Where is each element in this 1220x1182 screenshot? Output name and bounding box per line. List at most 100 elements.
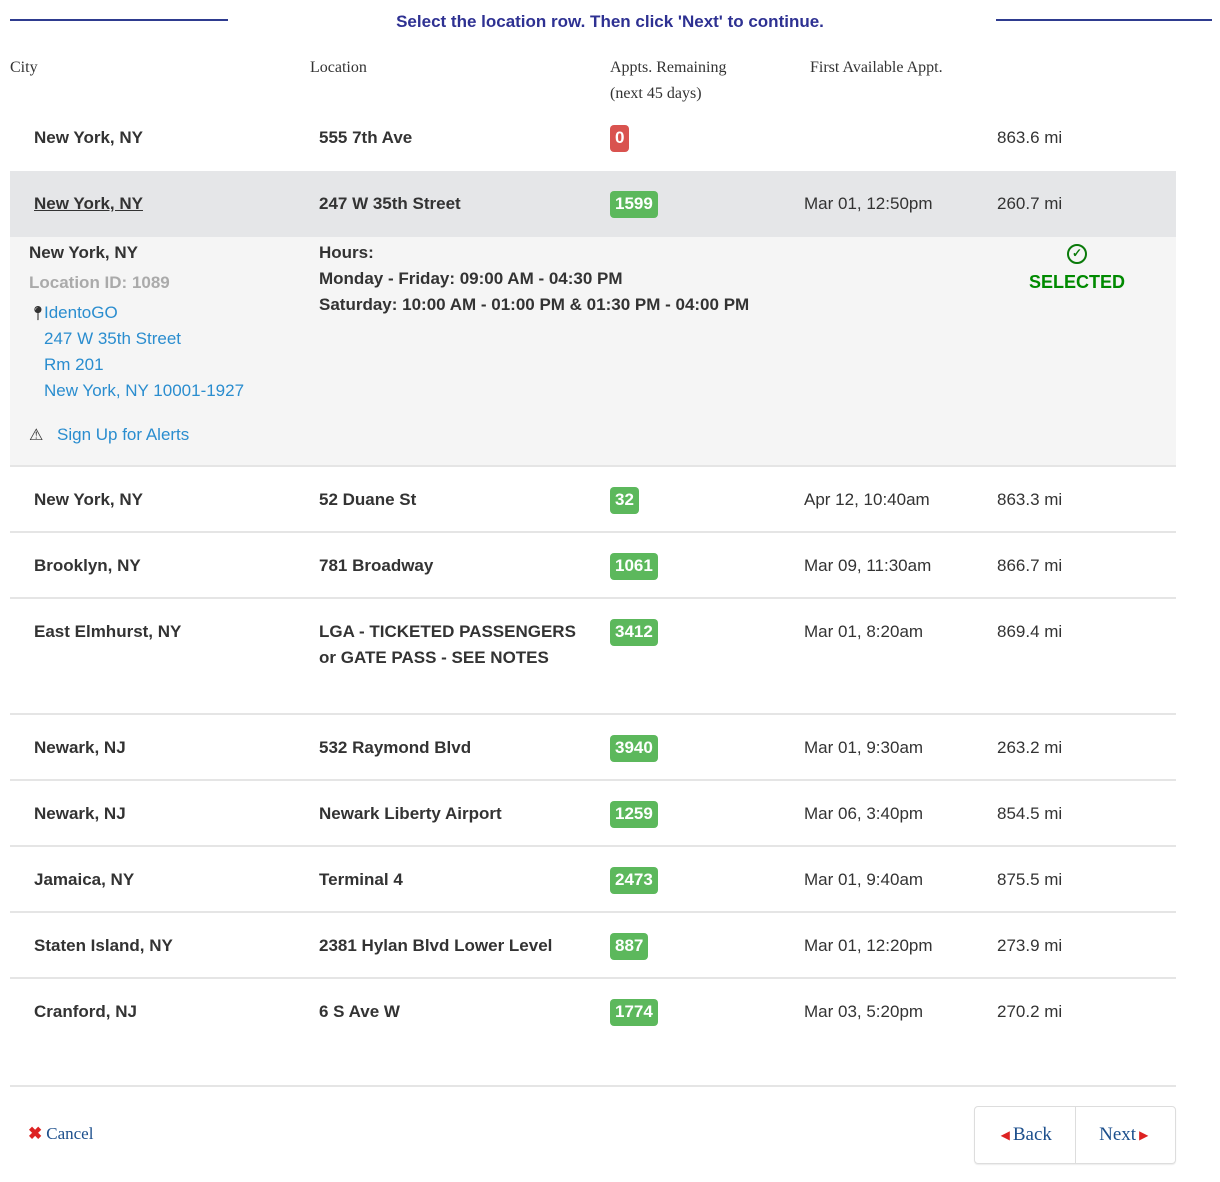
selected-indicator: ✓ SELECTED bbox=[1010, 242, 1144, 293]
row-location: 247 W 35th Street bbox=[319, 194, 461, 213]
check-circle-icon: ✓ bbox=[1067, 244, 1087, 264]
row-first-available: Mar 01, 8:20am bbox=[804, 622, 924, 641]
detail-address[interactable]: 📍︎IdentoGO 247 W 35th Street Rm 201 New … bbox=[29, 300, 244, 404]
column-header-city: City bbox=[10, 59, 38, 76]
address-line-city[interactable]: New York, NY 10001-1927 bbox=[29, 378, 244, 404]
appts-badge: 2473 bbox=[610, 867, 658, 894]
table-row[interactable]: Brooklyn, NY 781 Broadway 1061 Mar 09, 1… bbox=[10, 533, 1176, 599]
row-distance: 866.7 mi bbox=[997, 556, 1063, 575]
table-row[interactable]: Staten Island, NY 2381 Hylan Blvd Lower … bbox=[10, 913, 1176, 979]
table-row-selected[interactable]: New York, NY 247 W 35th Street 1599 Mar … bbox=[10, 171, 1176, 237]
warning-icon: ⚠︎ bbox=[29, 427, 44, 444]
table-row[interactable]: East Elmhurst, NY LGA - TICKETED PASSENG… bbox=[10, 599, 1176, 715]
row-distance: 270.2 mi bbox=[997, 1002, 1063, 1021]
address-line-street[interactable]: 247 W 35th Street bbox=[29, 326, 244, 352]
row-distance: 273.9 mi bbox=[997, 936, 1063, 955]
table-row[interactable]: Newark, NJ 532 Raymond Blvd 3940 Mar 01,… bbox=[10, 715, 1176, 781]
row-first-available: Mar 01, 12:20pm bbox=[804, 936, 933, 955]
row-location: 532 Raymond Blvd bbox=[319, 738, 472, 757]
row-first-available: Apr 12, 10:40am bbox=[804, 490, 930, 509]
row-distance: 863.3 mi bbox=[997, 490, 1063, 509]
row-distance: 260.7 mi bbox=[997, 194, 1063, 213]
row-distance: 863.6 mi bbox=[997, 128, 1063, 147]
row-first-available: Mar 03, 5:20pm bbox=[804, 1002, 924, 1021]
detail-location-id: Location ID: 1089 bbox=[29, 273, 170, 292]
row-city: New York, NY bbox=[34, 490, 143, 509]
selected-label: SELECTED bbox=[1028, 272, 1125, 292]
close-icon: ✖ bbox=[28, 1124, 43, 1143]
row-first-available: Mar 01, 9:30am bbox=[804, 738, 924, 757]
appts-badge: 3940 bbox=[610, 735, 658, 762]
hours-title: Hours: bbox=[319, 243, 374, 262]
row-first-available: Mar 01, 9:40am bbox=[804, 870, 924, 889]
row-distance: 854.5 mi bbox=[997, 804, 1063, 823]
back-button[interactable]: ◀ Back bbox=[975, 1107, 1076, 1163]
next-button[interactable]: Next ▶ bbox=[1076, 1107, 1176, 1163]
row-location: Terminal 4 bbox=[319, 870, 403, 889]
cancel-button[interactable]: ✖ Cancel bbox=[28, 1124, 93, 1144]
column-header-appts: Appts. Remaining (next 45 days) bbox=[610, 55, 726, 107]
selected-location-detail: New York, NY Location ID: 1089 📍︎IdentoG… bbox=[10, 237, 1176, 467]
column-header-appts-line1: Appts. Remaining bbox=[610, 59, 727, 76]
divider-right bbox=[996, 19, 1212, 21]
table-row[interactable]: Cranford, NJ 6 S Ave W 1774 Mar 03, 5:20… bbox=[10, 979, 1176, 1045]
row-location: 2381 Hylan Blvd Lower Level bbox=[319, 936, 553, 955]
row-location: 52 Duane St bbox=[319, 490, 417, 509]
row-location: Newark Liberty Airport bbox=[319, 804, 502, 823]
row-first-available: Mar 09, 11:30am bbox=[804, 556, 932, 575]
row-city: New York, NY bbox=[34, 128, 143, 147]
row-city: Newark, NJ bbox=[34, 738, 126, 757]
table-row[interactable]: Jamaica, NY Terminal 4 2473 Mar 01, 9:40… bbox=[10, 847, 1176, 913]
appts-badge: 1774 bbox=[610, 999, 658, 1026]
back-label: Back bbox=[1012, 1124, 1052, 1145]
sign-up-alerts-label[interactable]: Sign Up for Alerts bbox=[57, 425, 189, 444]
appts-badge: 0 bbox=[610, 125, 630, 152]
row-first-available: Mar 06, 3:40pm bbox=[804, 804, 924, 823]
row-distance: 869.4 mi bbox=[997, 622, 1063, 641]
caret-left-icon: ◀ bbox=[1000, 1127, 1010, 1142]
row-city: Brooklyn, NY bbox=[34, 556, 141, 575]
hours-weekday: Monday - Friday: 09:00 AM - 04:30 PM bbox=[319, 269, 623, 288]
row-location: LGA - TICKETED PASSENGERS or GATE PASS -… bbox=[319, 622, 576, 667]
appts-badge: 1599 bbox=[610, 191, 658, 218]
location-table: New York, NY 555 7th Ave 0 863.6 mi New … bbox=[10, 105, 1176, 1045]
row-location: 555 7th Ave bbox=[319, 128, 413, 147]
row-first-available: Mar 01, 12:50pm bbox=[804, 194, 933, 213]
column-header-location: Location bbox=[310, 59, 367, 76]
instruction-banner: Select the location row. Then click 'Nex… bbox=[0, 0, 1220, 48]
table-header: City Location Appts. Remaining (next 45 … bbox=[10, 55, 1176, 105]
appts-badge: 3412 bbox=[610, 619, 658, 646]
instruction-text: Select the location row. Then click 'Nex… bbox=[396, 12, 824, 31]
cancel-label: Cancel bbox=[46, 1124, 94, 1143]
row-city: Jamaica, NY bbox=[34, 870, 135, 889]
row-distance: 263.2 mi bbox=[997, 738, 1063, 757]
table-row[interactable]: Newark, NJ Newark Liberty Airport 1259 M… bbox=[10, 781, 1176, 847]
address-line-name[interactable]: IdentoGO bbox=[44, 303, 118, 322]
detail-hours: Hours: Monday - Friday: 09:00 AM - 04:30… bbox=[319, 240, 749, 318]
address-line-room[interactable]: Rm 201 bbox=[29, 352, 244, 378]
row-city[interactable]: New York, NY bbox=[34, 191, 143, 217]
row-distance: 875.5 mi bbox=[997, 870, 1063, 889]
detail-city: New York, NY bbox=[29, 243, 138, 262]
row-location: 781 Broadway bbox=[319, 556, 434, 575]
table-row[interactable]: New York, NY 52 Duane St 32 Apr 12, 10:4… bbox=[10, 467, 1176, 533]
row-city: Cranford, NJ bbox=[34, 1002, 137, 1021]
row-city: Staten Island, NY bbox=[34, 936, 173, 955]
row-city: East Elmhurst, NY bbox=[34, 622, 182, 641]
next-label: Next bbox=[1099, 1124, 1137, 1145]
sign-up-alerts-link[interactable]: ⚠︎ Sign Up for Alerts bbox=[29, 422, 189, 449]
appts-badge: 887 bbox=[610, 933, 649, 960]
table-row[interactable]: New York, NY 555 7th Ave 0 863.6 mi bbox=[10, 105, 1176, 171]
row-city: Newark, NJ bbox=[34, 804, 126, 823]
column-header-appts-line2: (next 45 days) bbox=[610, 85, 702, 102]
caret-right-icon: ▶ bbox=[1139, 1127, 1149, 1142]
hours-saturday: Saturday: 10:00 AM - 01:00 PM & 01:30 PM… bbox=[319, 295, 750, 314]
footer-divider bbox=[10, 1085, 1176, 1087]
map-marker-icon: 📍︎ bbox=[29, 305, 47, 321]
row-location: 6 S Ave W bbox=[319, 1002, 400, 1021]
appts-badge: 1259 bbox=[610, 801, 658, 828]
wizard-nav: ◀ Back Next ▶ bbox=[974, 1106, 1176, 1164]
appts-badge: 1061 bbox=[610, 553, 658, 580]
appts-badge: 32 bbox=[610, 487, 639, 514]
column-header-first-available: First Available Appt. bbox=[810, 59, 943, 76]
